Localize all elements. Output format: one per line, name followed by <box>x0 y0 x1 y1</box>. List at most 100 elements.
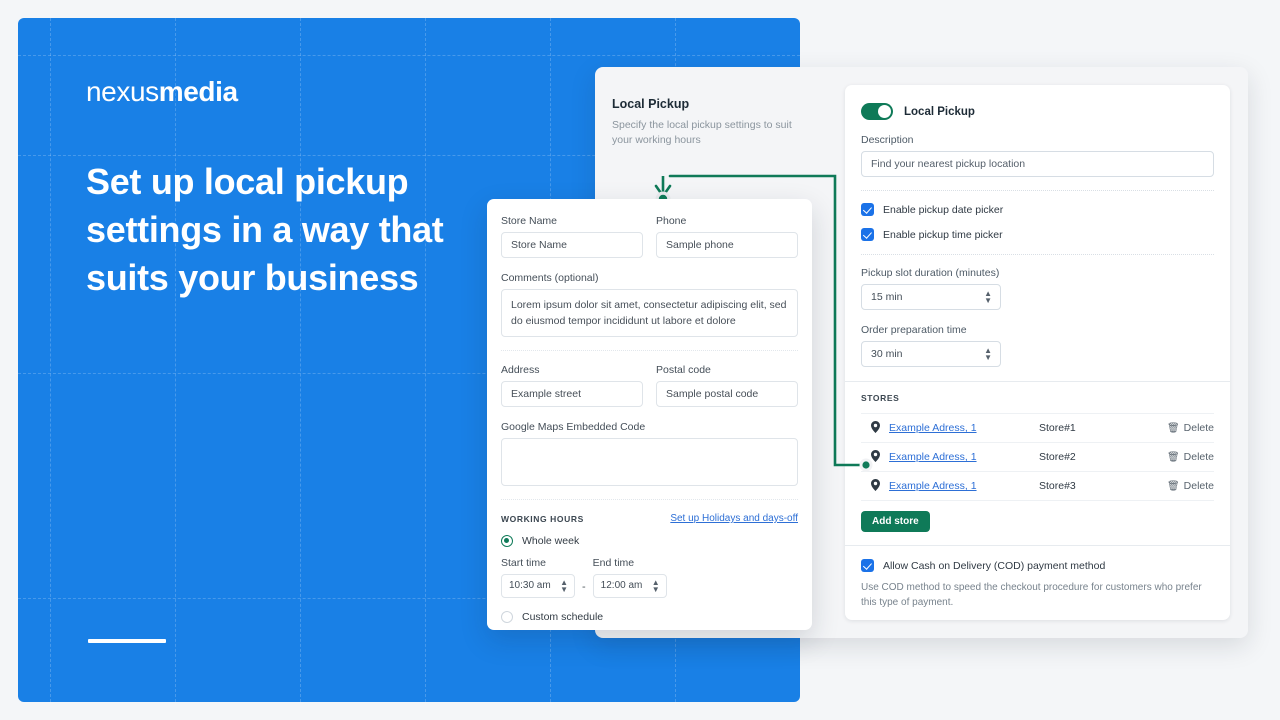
delete-store-button[interactable]: 🗑 Delete <box>1167 422 1214 434</box>
store-name-label: Store Name <box>501 215 558 227</box>
comments-textarea[interactable]: Lorem ipsum dolor sit amet, consectetur … <box>501 289 798 337</box>
hero-headline: Set up local pickup settings in a way th… <box>86 161 444 298</box>
prep-time-value: 30 min <box>871 348 903 360</box>
description-label: Description <box>861 134 914 146</box>
holidays-link[interactable]: Set up Holidays and days-off <box>670 513 798 524</box>
custom-schedule-radio[interactable] <box>501 611 513 623</box>
grid-line-vertical <box>175 18 176 702</box>
custom-schedule-row[interactable]: Custom schedule <box>501 611 798 623</box>
panel-subtitle: Specify the local pickup settings to sui… <box>612 119 792 146</box>
grid-line-vertical <box>50 18 51 702</box>
slot-duration-label: Pickup slot duration (minutes) <box>861 267 1000 279</box>
enable-time-picker-checkbox[interactable] <box>861 228 874 241</box>
prep-time-label: Order preparation time <box>861 324 967 336</box>
panel-title: Local Pickup <box>612 97 690 111</box>
panel-header: Local Pickup Specify the local pickup se… <box>612 97 807 148</box>
delete-store-button[interactable]: 🗑 Delete <box>1167 480 1214 492</box>
grid-line-horizontal <box>18 55 800 56</box>
location-pin-icon <box>861 478 889 494</box>
grid-line-vertical <box>425 18 426 702</box>
settings-card: Local Pickup Description Find your neare… <box>845 85 1230 620</box>
maps-label: Google Maps Embedded Code <box>501 421 646 433</box>
store-name-field: Store Name Store Name <box>501 215 643 258</box>
grid-line-vertical <box>300 18 301 702</box>
stepper-icon[interactable]: ▲ ▼ <box>652 579 660 594</box>
start-time-field: Start time 10:30 am ▲ ▼ <box>501 557 575 598</box>
time-range-separator: - <box>582 581 586 593</box>
enable-date-picker-checkbox[interactable] <box>861 203 874 216</box>
address-postal-row: Address Example street Postal code Sampl… <box>501 364 798 407</box>
hero-divider-rule <box>88 639 166 643</box>
prep-time-select[interactable]: 30 min ▲ ▼ <box>861 341 1001 367</box>
table-row[interactable]: Example Adress, 1 Store#1 🗑 Delete <box>861 413 1214 442</box>
local-pickup-toggle[interactable] <box>861 103 893 120</box>
location-pin-icon <box>861 449 889 465</box>
store-name-cell: Store#1 <box>1039 422 1076 434</box>
store-name-cell: Store#2 <box>1039 451 1076 463</box>
description-input[interactable]: Find your nearest pickup location <box>861 151 1214 177</box>
whole-week-radio[interactable] <box>501 535 513 547</box>
slot-duration-value: 15 min <box>871 291 903 303</box>
delete-store-button[interactable]: 🗑 Delete <box>1167 451 1214 463</box>
local-pickup-toggle-row[interactable]: Local Pickup <box>861 103 1214 120</box>
table-row[interactable]: Example Adress, 1 Store#2 🗑 Delete <box>861 442 1214 471</box>
custom-schedule-label: Custom schedule <box>522 611 604 623</box>
enable-time-picker-row[interactable]: Enable pickup time picker <box>861 228 1214 241</box>
delete-label: Delete <box>1183 480 1214 492</box>
end-time-label: End time <box>592 557 635 569</box>
phone-field: Phone Sample phone <box>656 215 798 258</box>
separator <box>861 190 1214 191</box>
store-address-cell[interactable]: Example Adress, 1 <box>889 451 1039 463</box>
store-address-link[interactable]: Example Adress, 1 <box>889 451 977 463</box>
store-form-card: Store Name Store Name Phone Sample phone… <box>487 199 812 630</box>
delete-label: Delete <box>1183 451 1214 463</box>
separator <box>861 500 1214 501</box>
store-address-link[interactable]: Example Adress, 1 <box>889 422 977 434</box>
address-input[interactable]: Example street <box>501 381 643 407</box>
address-label: Address <box>501 364 540 376</box>
screenshot-root: nexusmedia Set up local pickup settings … <box>0 0 1280 720</box>
stepper-icon[interactable]: ▲ ▼ <box>560 579 568 594</box>
postal-code-field: Postal code Sample postal code <box>656 364 798 407</box>
separator <box>501 499 798 500</box>
enable-date-picker-row[interactable]: Enable pickup date picker <box>861 203 1214 216</box>
whole-week-row[interactable]: Whole week <box>501 535 798 547</box>
store-address-cell[interactable]: Example Adress, 1 <box>889 422 1039 434</box>
stepper-icon[interactable]: ▲ ▼ <box>984 290 992 305</box>
postal-code-input[interactable]: Sample postal code <box>656 381 798 407</box>
trash-icon: 🗑 <box>1166 481 1180 492</box>
store-name-input[interactable]: Store Name <box>501 232 643 258</box>
store-address-cell[interactable]: Example Adress, 1 <box>889 480 1039 492</box>
stepper-icon[interactable]: ▲ ▼ <box>984 347 992 362</box>
cod-checkbox[interactable] <box>861 559 874 572</box>
enable-time-picker-label: Enable pickup time picker <box>883 228 1003 241</box>
comments-label: Comments (optional) <box>501 272 599 284</box>
time-range-row: Start time 10:30 am ▲ ▼ - End time 12:00 … <box>501 557 798 598</box>
brand-logo-bold: media <box>158 76 238 107</box>
cod-checkbox-row[interactable]: Allow Cash on Delivery (COD) payment met… <box>861 559 1214 572</box>
trash-icon: 🗑 <box>1166 452 1180 463</box>
add-store-button[interactable]: Add store <box>861 511 930 532</box>
table-row[interactable]: Example Adress, 1 Store#3 🗑 Delete <box>861 471 1214 500</box>
separator <box>845 545 1230 546</box>
whole-week-label: Whole week <box>522 535 580 547</box>
start-time-label: Start time <box>501 557 546 569</box>
trash-icon: 🗑 <box>1166 423 1180 434</box>
name-phone-row: Store Name Store Name Phone Sample phone <box>501 215 798 258</box>
address-field: Address Example street <box>501 364 643 407</box>
separator <box>501 350 798 351</box>
brand-logo-thin: nexus <box>86 76 159 107</box>
cod-note: Use COD method to speed the checkout pro… <box>861 582 1202 608</box>
working-hours-header: WORKING HOURS Set up Holidays and days-o… <box>501 513 798 524</box>
start-time-select[interactable]: 10:30 am ▲ ▼ <box>501 574 575 598</box>
delete-label: Delete <box>1183 422 1214 434</box>
phone-label: Phone <box>656 215 687 227</box>
end-time-select[interactable]: 12:00 am ▲ ▼ <box>592 574 667 598</box>
end-time-value: 12:00 am <box>600 580 643 591</box>
store-address-link[interactable]: Example Adress, 1 <box>889 480 977 492</box>
phone-input[interactable]: Sample phone <box>656 232 798 258</box>
slot-duration-select[interactable]: 15 min ▲ ▼ <box>861 284 1001 310</box>
maps-textarea[interactable] <box>501 438 798 486</box>
local-pickup-toggle-label: Local Pickup <box>904 105 975 118</box>
cod-label: Allow Cash on Delivery (COD) payment met… <box>883 559 1106 572</box>
